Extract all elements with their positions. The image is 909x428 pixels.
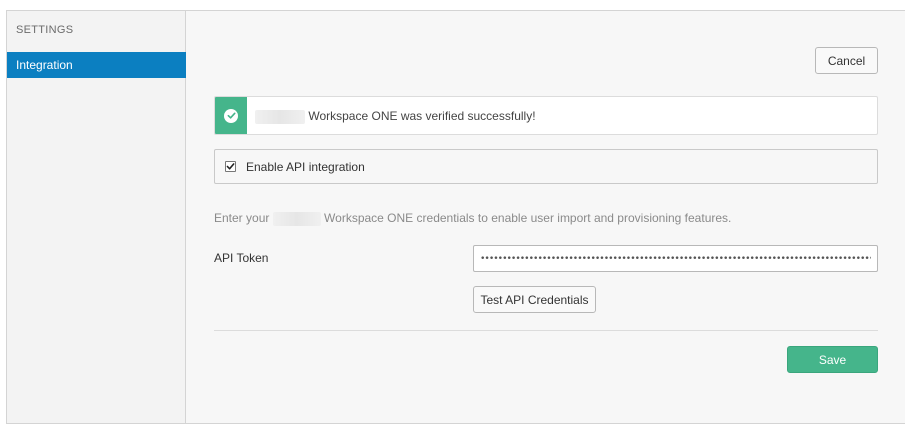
sidebar-heading: SETTINGS xyxy=(16,24,74,36)
alert-message: Workspace ONE was verified successfully! xyxy=(308,109,536,123)
credentials-help-text: Enter your Workspace ONE credentials to … xyxy=(214,211,731,226)
settings-panel: SETTINGS Integration Cancel Workspace ON… xyxy=(6,10,905,424)
api-integration-checkbox[interactable] xyxy=(225,161,236,172)
api-integration-toggle[interactable]: Enable API integration xyxy=(214,149,878,184)
integration-content: Cancel Workspace ONE was verified succes… xyxy=(187,11,905,423)
cancel-button[interactable]: Cancel xyxy=(815,47,878,74)
api-integration-label: Enable API integration xyxy=(246,160,365,174)
api-token-label: API Token xyxy=(214,251,269,265)
test-api-credentials-button[interactable]: Test API Credentials xyxy=(473,286,596,313)
success-alert: Workspace ONE was verified successfully! xyxy=(214,96,878,135)
settings-sidebar: SETTINGS Integration xyxy=(7,11,186,423)
help-text-prefix: Enter your xyxy=(214,211,270,225)
redacted-name xyxy=(255,109,305,124)
redacted-name xyxy=(272,211,321,226)
alert-message-row: Workspace ONE was verified successfully! xyxy=(255,109,536,124)
check-circle-icon xyxy=(224,108,238,123)
sidebar-item-integration[interactable]: Integration xyxy=(7,52,186,78)
alert-status-bar xyxy=(215,97,247,134)
save-button[interactable]: Save xyxy=(787,346,878,373)
divider xyxy=(214,330,878,331)
help-text-suffix: Workspace ONE credentials to enable user… xyxy=(324,211,732,225)
checkmark-icon xyxy=(226,163,235,170)
api-token-input[interactable] xyxy=(473,245,878,272)
